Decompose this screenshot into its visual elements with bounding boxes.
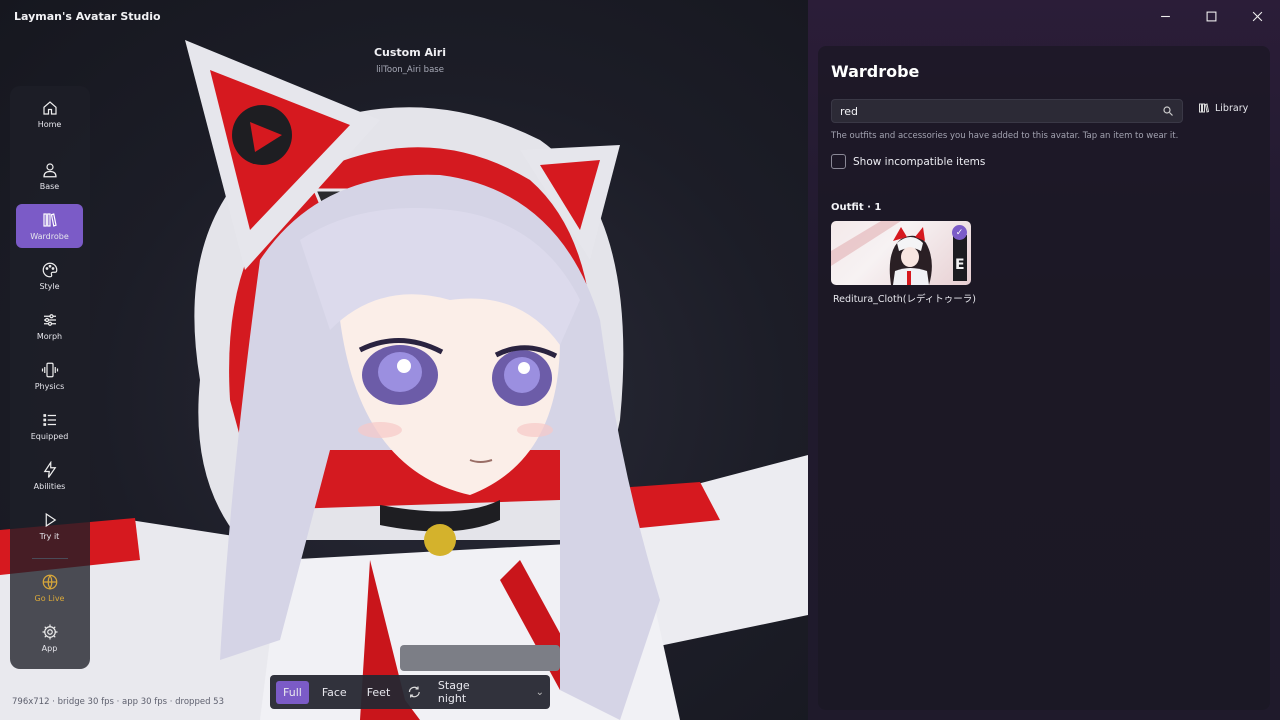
sidebar-item-app[interactable]: App [16,616,83,660]
sidebar-item-try-it[interactable]: Try it [16,504,83,548]
library-label: Library [1215,102,1249,114]
sidebar-item-label: Home [37,120,62,129]
vibration-icon [41,362,58,378]
wardrobe-panel: Wardrobe Library The outfits and accesso… [808,0,1280,720]
sidebar-item-label: Wardrobe [30,232,69,241]
outfit-item[interactable]: E ✓ Reditura_Cloth(レディトゥーラ) [831,221,976,305]
view-full-button[interactable]: Full [276,680,309,704]
gear-icon [42,624,57,640]
sidebar-item-label: Style [39,282,60,291]
sidebar-item-physics[interactable]: Physics [16,354,83,398]
sliders-icon [43,314,56,326]
lightning-icon [43,461,56,478]
list-icon [42,414,56,426]
svg-text:E: E [955,257,965,273]
sidebar: Home Base Wardrobe Style Morph Physics E… [10,86,90,669]
render-stats: 796x712 · bridge 30 fps · app 30 fps · d… [12,697,224,707]
sidebar-item-label: Base [39,182,60,191]
panel-title: Wardrobe [831,62,920,81]
sidebar-divider [32,558,68,559]
section-title: Outfit · 1 [831,202,882,213]
panel-hint: The outfits and accessories you have add… [831,131,1179,141]
worn-check-icon: ✓ [952,225,967,240]
refresh-icon[interactable] [407,684,422,700]
wardrobe-card: Wardrobe Library The outfits and accesso… [818,46,1270,710]
sidebar-item-label: Try it [39,532,60,541]
sidebar-item-home[interactable]: Home [16,92,83,136]
sidebar-item-morph[interactable]: Morph [16,304,83,348]
avatar-base: lilToon_Airi base [376,65,444,75]
window-controls [1142,0,1280,32]
minimize-button[interactable] [1142,0,1188,32]
close-icon [1252,11,1262,21]
outfit-name: Reditura_Cloth(レディトゥーラ) [833,294,976,305]
show-incompatible-label: Show incompatible items [853,155,986,168]
checkbox[interactable] [831,154,846,169]
close-button[interactable] [1234,0,1280,32]
palette-icon [42,262,57,278]
play-icon [45,512,56,528]
show-incompatible-toggle[interactable]: Show incompatible items [831,154,985,169]
view-toolbar: Full Face Feet Stage night ⌄ [270,675,550,709]
sidebar-item-base[interactable]: Base [16,154,83,198]
search-box [831,99,1183,123]
sidebar-item-label: Abilities [33,482,66,491]
view-face-button[interactable]: Face [315,681,354,704]
maximize-icon [1206,11,1216,21]
search-icon[interactable] [1162,105,1174,117]
sidebar-item-label: Physics [34,382,65,391]
sidebar-item-label: Equipped [30,432,69,441]
library-icon [1199,103,1210,113]
sidebar-item-label: Morph [36,332,63,341]
avatar-render [0,40,808,720]
wardrobe-icon [42,213,57,227]
sidebar-item-abilities[interactable]: Abilities [16,454,83,498]
minimize-icon [1160,15,1170,17]
avatar-header: Custom Airi lilToon_Airi base [300,46,520,75]
library-button[interactable]: Library [1198,102,1248,114]
sidebar-item-wardrobe[interactable]: Wardrobe [16,204,83,248]
chevron-down-icon: ⌄ [535,686,544,698]
app-title: Layman's Avatar Studio [14,10,161,23]
stage-select-value: Stage night [437,679,470,705]
sidebar-item-go-live[interactable]: Go Live [16,566,83,610]
outfit-thumbnail: E ✓ [831,221,971,285]
home-icon [42,101,57,115]
stage-select[interactable]: Stage night ⌄ [438,679,544,705]
outfit-thumbnail-image: E [831,221,967,285]
sidebar-item-label: Go Live [34,594,65,603]
avatar-viewport[interactable]: Layman's Avatar Studio Custom Airi lilTo… [0,0,808,720]
person-icon [42,163,57,178]
globe-icon [42,574,57,590]
search-input[interactable] [832,100,1132,123]
sidebar-item-style[interactable]: Style [16,254,83,298]
view-feet-button[interactable]: Feet [360,681,398,704]
sidebar-item-equipped[interactable]: Equipped [16,404,83,448]
maximize-button[interactable] [1188,0,1234,32]
avatar-name: Custom Airi [373,46,447,59]
sidebar-item-label: App [41,644,58,653]
